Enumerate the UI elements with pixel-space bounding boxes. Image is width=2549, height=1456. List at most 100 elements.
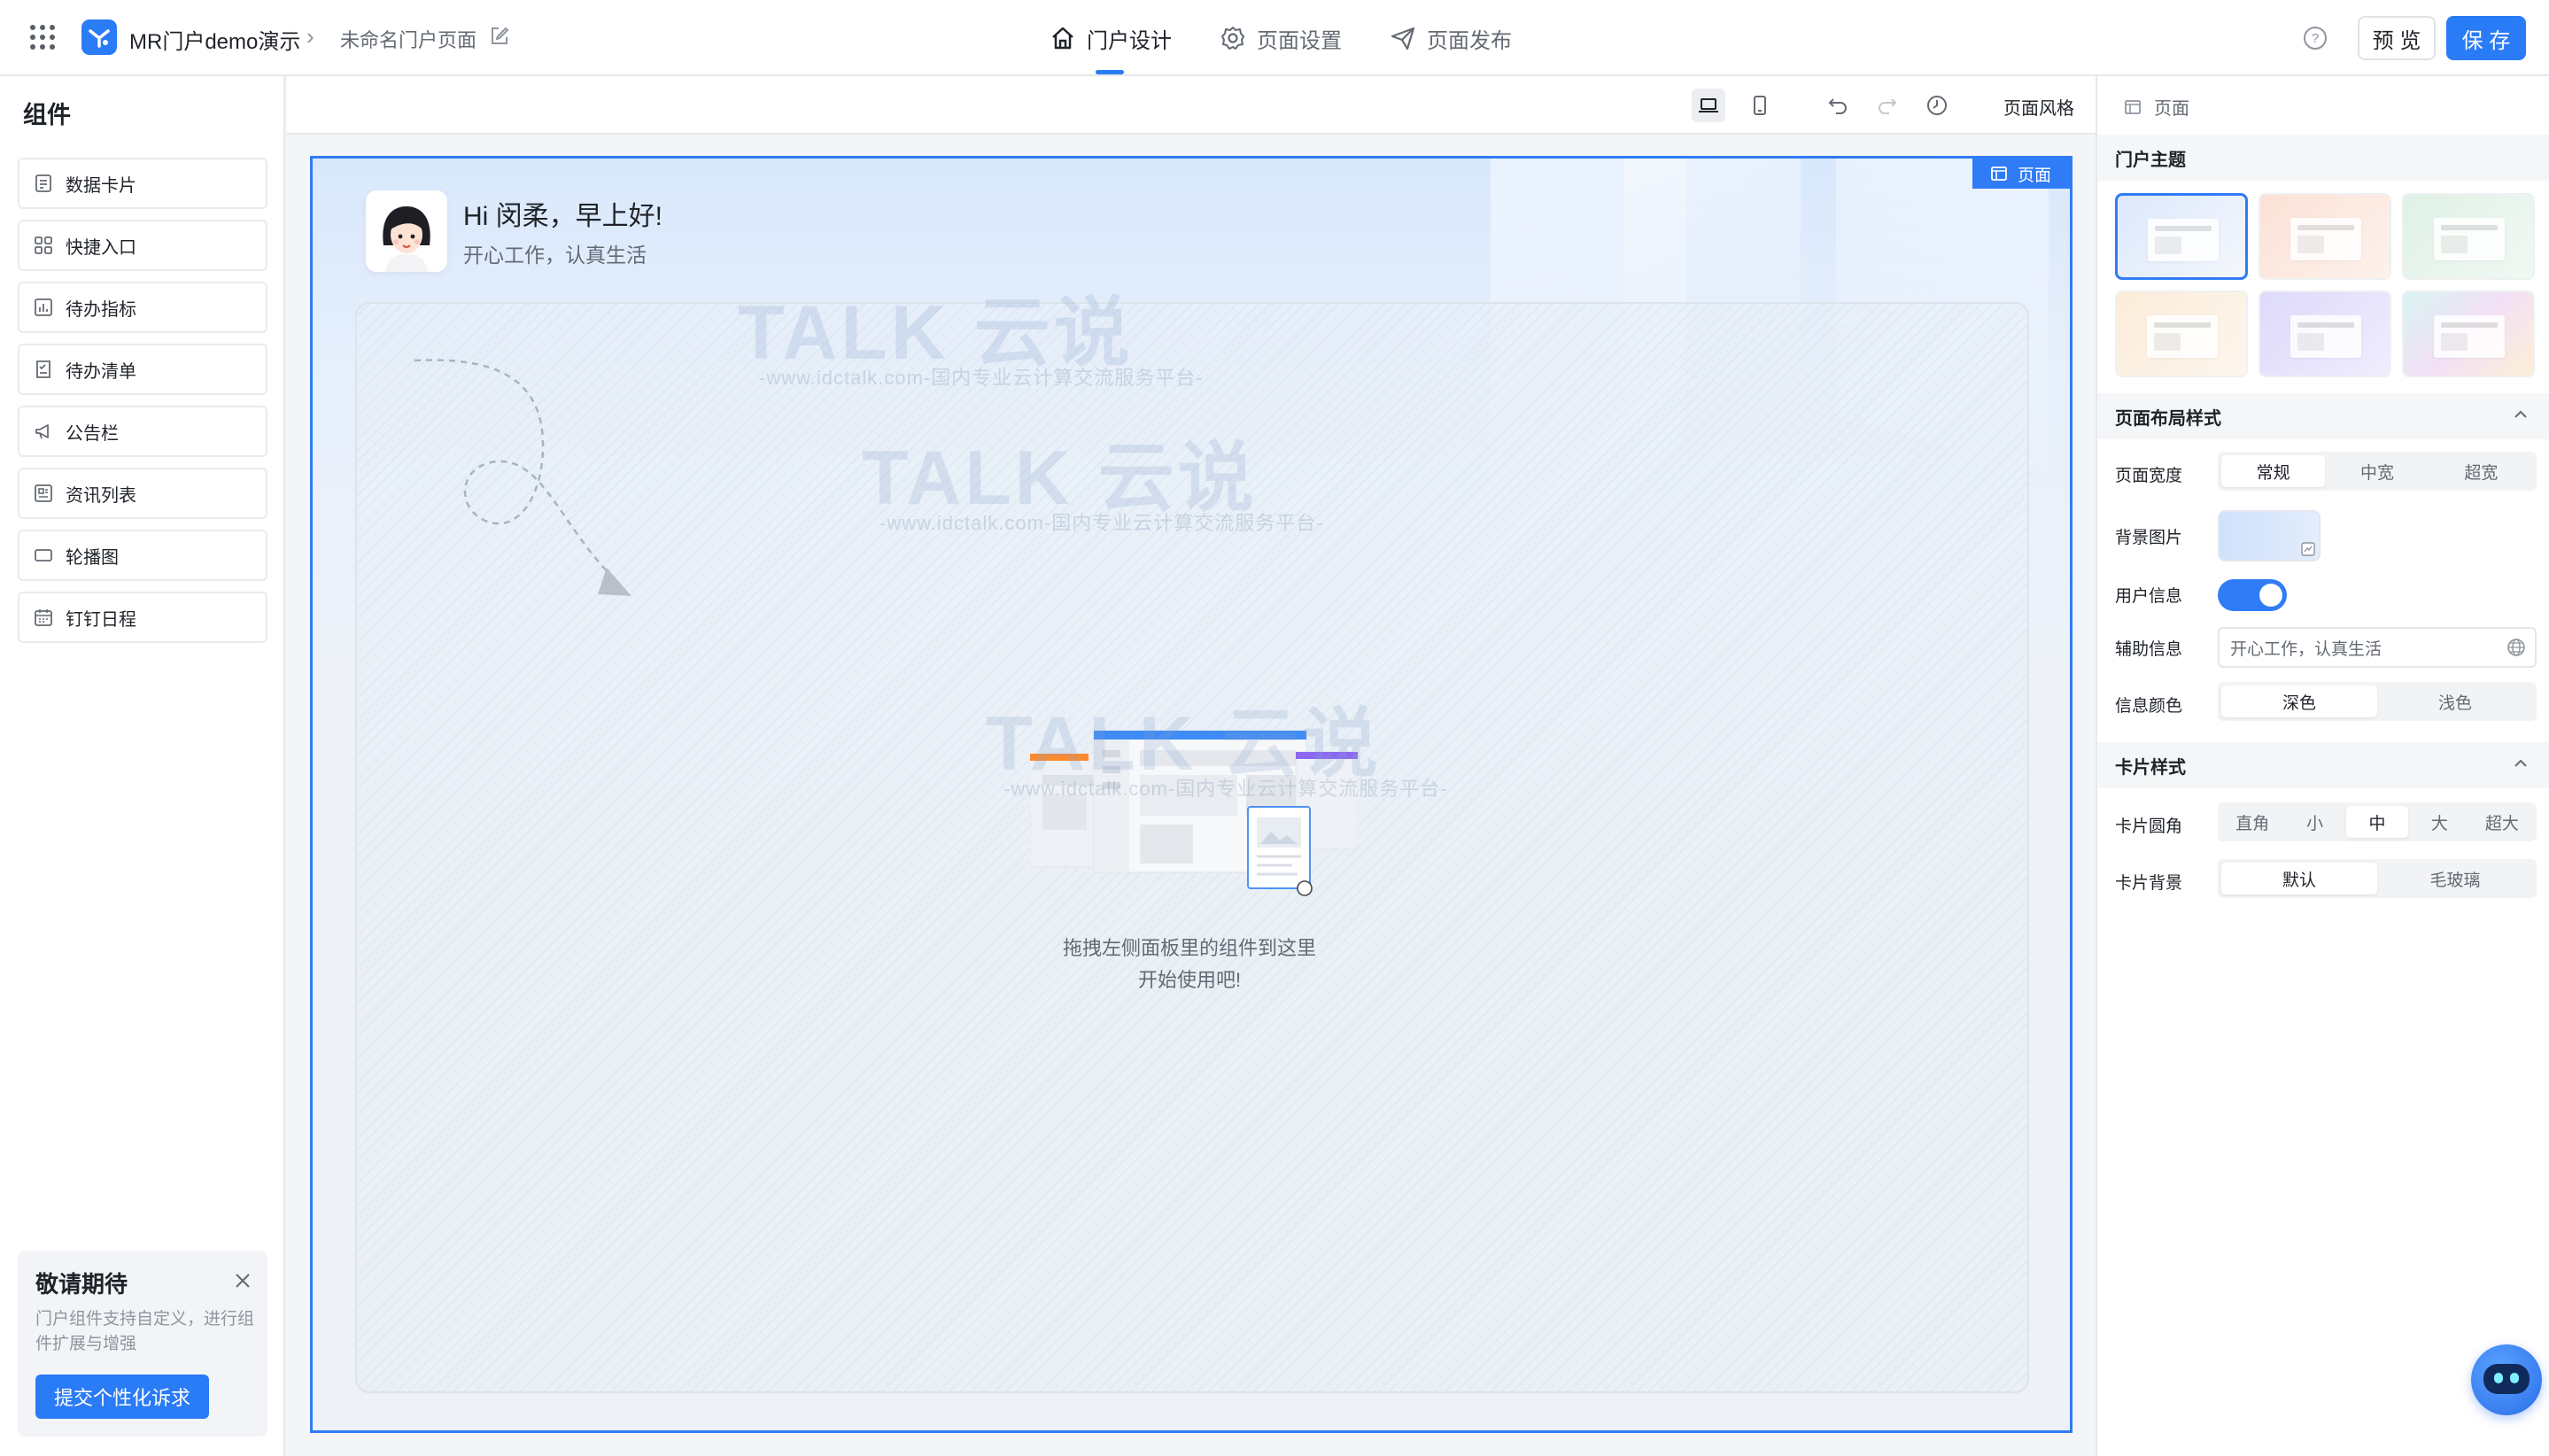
theme-option-3[interactable] xyxy=(2402,193,2535,280)
radius-option-square[interactable]: 直角 xyxy=(2221,806,2283,838)
desktop-view-button[interactable] xyxy=(1692,89,1725,122)
gear-icon xyxy=(1221,27,1244,50)
top-bar: MR门户demo演示 › 未命名门户页面 门户设计 页面设置 页面发布 ? 预 … xyxy=(0,0,2549,76)
component-item-carousel[interactable]: 轮播图 xyxy=(18,530,267,581)
theme-option-4[interactable] xyxy=(2115,290,2248,377)
empty-state-line: 拖拽左侧面板里的组件到这里 xyxy=(1062,937,1316,959)
coming-soon-card: 敬请期待 门户组件支持自定义，进行组件扩展与增强 提交个性化诉求 xyxy=(18,1251,267,1437)
component-item-todo-metrics[interactable]: 待办指标 xyxy=(18,282,267,333)
component-label: 待办指标 xyxy=(66,299,136,320)
component-item-news-list[interactable]: 资讯列表 xyxy=(18,468,267,519)
calendar-icon xyxy=(35,609,52,626)
greeting-text: Hi 闵柔，早上好! xyxy=(463,202,662,231)
redo-button[interactable] xyxy=(1871,89,1904,122)
close-icon[interactable] xyxy=(232,1270,253,1291)
submit-request-button[interactable]: 提交个性化诉求 xyxy=(35,1375,209,1419)
theme-preview xyxy=(2434,218,2505,260)
radius-option-small[interactable]: 小 xyxy=(2283,806,2345,838)
component-label: 快捷入口 xyxy=(66,237,136,258)
checklist-icon xyxy=(36,360,50,378)
component-list: 数据卡片 快捷入口 待办指标 待办清单 公告栏 资讯列表 轮播图 钉钉日程 xyxy=(18,158,267,654)
carousel-icon xyxy=(35,549,52,561)
card-bg-label: 卡片背景 xyxy=(2115,874,2183,893)
width-option-wide[interactable]: 超宽 xyxy=(2429,455,2533,487)
page-tag: 页面 xyxy=(1972,159,2070,189)
app-name[interactable]: MR门户demo演示 xyxy=(129,24,300,55)
component-item-bulletin[interactable]: 公告栏 xyxy=(18,406,267,457)
card-bg-option-default[interactable]: 默认 xyxy=(2221,863,2377,895)
user-info-toggle[interactable] xyxy=(2218,579,2287,611)
assistant-bot-icon[interactable] xyxy=(2471,1344,2542,1415)
component-label: 数据卡片 xyxy=(66,175,136,196)
component-label: 公告栏 xyxy=(66,423,119,444)
image-edit-icon[interactable] xyxy=(2301,542,2315,556)
component-item-dingtalk-calendar[interactable]: 钉钉日程 xyxy=(18,592,267,643)
app-grid-icon[interactable] xyxy=(30,25,55,50)
globe-icon[interactable] xyxy=(2506,638,2526,657)
help-icon[interactable]: ? xyxy=(2303,26,2328,50)
component-label: 待办清单 xyxy=(66,361,136,382)
theme-option-5[interactable] xyxy=(2258,290,2391,377)
chevron-up-icon[interactable] xyxy=(2512,406,2530,423)
info-color-label: 信息颜色 xyxy=(2115,697,2183,716)
watermark-caption: -www.idctalk.com-国内专业云计算交流服务平台- xyxy=(1003,778,1448,800)
preview-button[interactable]: 预 览 xyxy=(2358,16,2436,60)
aux-info-input[interactable] xyxy=(2218,627,2537,668)
theme-option-2[interactable] xyxy=(2258,193,2391,280)
app-logo-icon xyxy=(81,19,117,55)
radius-option-medium[interactable]: 中 xyxy=(2345,806,2409,838)
send-icon xyxy=(1391,27,1415,50)
breadcrumb-chevron-icon: › xyxy=(306,23,314,50)
empty-state-line: 开始使用吧! xyxy=(1137,969,1242,991)
tab-page-settings[interactable]: 页面设置 xyxy=(1220,0,1342,76)
component-label: 轮播图 xyxy=(66,547,119,568)
design-canvas[interactable]: 页面 Hi 闵柔，早上好! 开心工作，认真生活 拖拽左侧面板里的组件到这里 开始… xyxy=(310,156,2073,1433)
chevron-up-icon[interactable] xyxy=(2512,755,2530,772)
aux-info-label: 辅助信息 xyxy=(2115,640,2183,659)
component-item-data-card[interactable]: 数据卡片 xyxy=(18,158,267,209)
width-option-normal[interactable]: 常规 xyxy=(2221,455,2326,487)
laptop-icon xyxy=(1699,98,1718,112)
radius-option-large[interactable]: 大 xyxy=(2408,806,2470,838)
width-option-medium[interactable]: 中宽 xyxy=(2325,455,2429,487)
news-icon xyxy=(35,484,52,502)
tab-label: 页面发布 xyxy=(1427,28,1512,53)
bg-image-label: 背景图片 xyxy=(2115,529,2183,547)
info-color-segmented: 深色 浅色 xyxy=(2218,682,2537,721)
theme-preview xyxy=(2290,315,2361,358)
coming-soon-desc: 门户组件支持自定义，进行组件扩展与增强 xyxy=(35,1310,255,1353)
tab-portal-design[interactable]: 门户设计 xyxy=(1050,0,1172,76)
dashed-arrow-decoration xyxy=(414,359,631,596)
properties-panel: 页面 门户主题 页面布局样式 页面宽度 常规 中宽 超宽 背景图片 用户信息 辅… xyxy=(2096,76,2549,1456)
theme-preview xyxy=(2147,315,2218,358)
phone-icon xyxy=(1754,96,1766,115)
color-option-dark[interactable]: 深色 xyxy=(2221,685,2377,717)
card-radius-segmented: 直角 小 中 大 超大 xyxy=(2218,802,2537,841)
page-width-segmented: 常规 中宽 超宽 xyxy=(2218,452,2537,491)
theme-preview xyxy=(2148,219,2219,261)
color-option-light[interactable]: 浅色 xyxy=(2377,685,2533,717)
theme-option-6[interactable] xyxy=(2402,290,2535,377)
radius-option-xlarge[interactable]: 超大 xyxy=(2471,806,2533,838)
avatar xyxy=(366,190,447,272)
card-bg-option-frosted[interactable]: 毛玻璃 xyxy=(2377,863,2533,895)
properties-panel-header: 页面 xyxy=(2124,94,2189,120)
bg-image-thumbnail[interactable] xyxy=(2218,510,2320,561)
component-label: 资讯列表 xyxy=(66,485,136,506)
megaphone-icon xyxy=(35,424,49,439)
page-style-button[interactable]: 页面风格 xyxy=(2003,94,2074,120)
undo-button[interactable] xyxy=(1821,89,1855,122)
mobile-view-button[interactable] xyxy=(1743,89,1777,122)
theme-option-1[interactable] xyxy=(2115,193,2248,280)
chart-icon xyxy=(35,298,52,316)
page-icon xyxy=(1991,167,2007,181)
card-bg-segmented: 默认 毛玻璃 xyxy=(2218,859,2537,898)
history-button[interactable] xyxy=(1920,89,1954,122)
component-item-quick-entry[interactable]: 快捷入口 xyxy=(18,220,267,271)
user-info-label: 用户信息 xyxy=(2115,587,2183,606)
page-width-label: 页面宽度 xyxy=(2115,467,2183,485)
component-item-todo-list[interactable]: 待办清单 xyxy=(18,344,267,395)
tab-page-publish[interactable]: 页面发布 xyxy=(1390,0,1512,76)
save-button[interactable]: 保 存 xyxy=(2446,16,2526,60)
edit-icon[interactable] xyxy=(489,26,510,47)
